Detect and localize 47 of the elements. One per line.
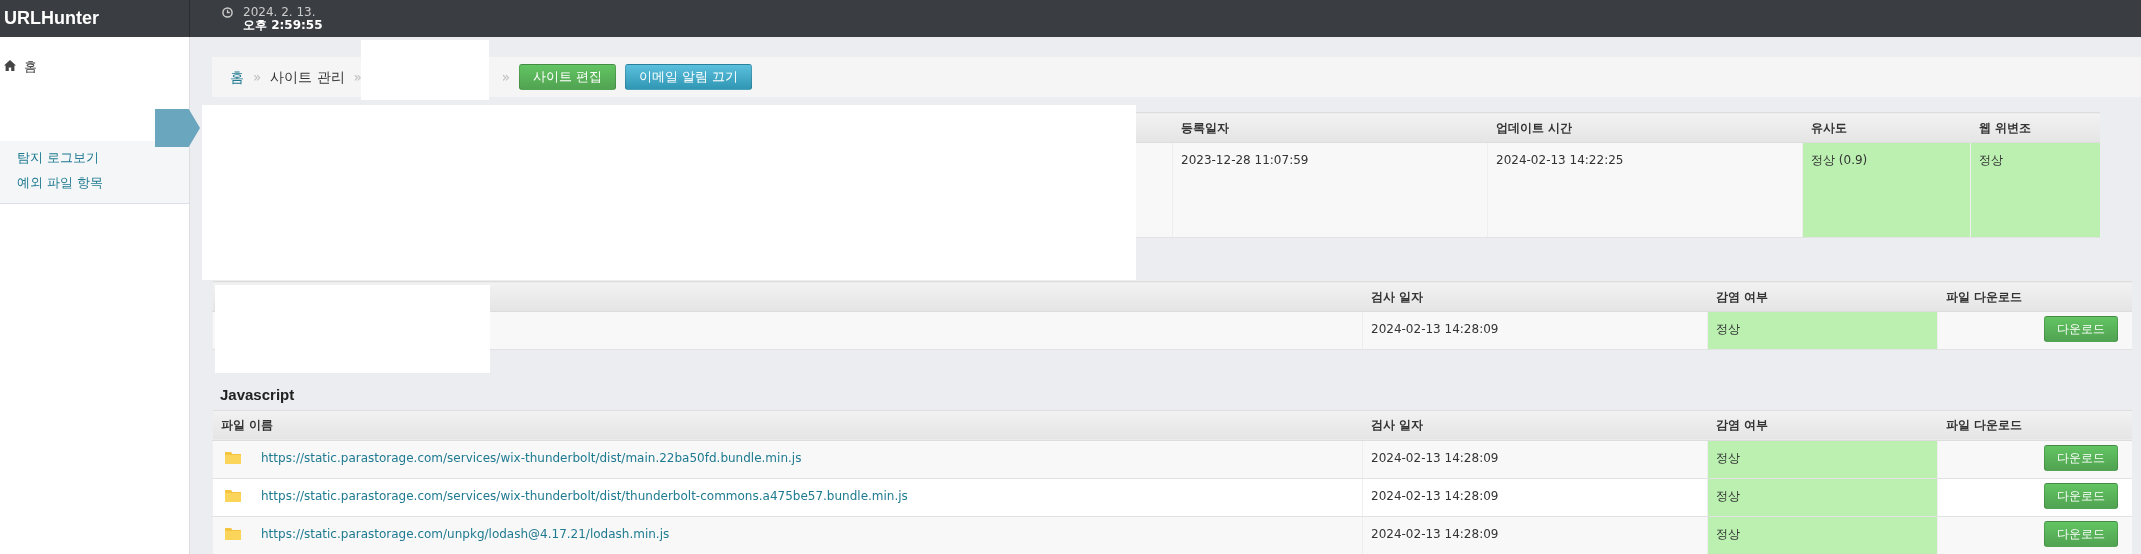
- column-header: 검사 일자: [1362, 410, 1708, 440]
- clock-icon: [222, 6, 233, 18]
- table-cell: 정상: [1707, 516, 1938, 554]
- table-cell: 2023-12-28 11:07:59: [1172, 142, 1488, 238]
- table-cell: 2024-02-13 14:22:25: [1487, 142, 1803, 238]
- column-header: 파일 다운로드: [1937, 281, 2132, 312]
- column-header: 등록일자: [1172, 112, 1488, 143]
- table-cell: 2024-02-13 14:28:09: [1362, 516, 1708, 554]
- sidebar-link[interactable]: 탐지 로그보기: [17, 145, 99, 170]
- folder-icon: [225, 527, 241, 540]
- column-header: 감염 여부: [1707, 281, 1938, 312]
- clock-time: 오후 2:59:55: [243, 18, 323, 32]
- column-header: 검사 일자: [1362, 281, 1708, 312]
- home-icon: [4, 60, 16, 71]
- column-header: 업데이트 시간: [1487, 112, 1803, 143]
- clock-date: 2024. 2. 13.: [243, 5, 317, 19]
- folder-icon: [225, 489, 241, 502]
- table-cell: 정상 (0.9): [1802, 142, 1971, 238]
- toolbar-button[interactable]: 이메일 알림 끄기: [625, 63, 753, 91]
- download-button[interactable]: 다운로드: [2043, 482, 2118, 509]
- table-cell: 정상: [1707, 440, 1938, 478]
- column-header: 유사도: [1802, 112, 1971, 143]
- table-cell: 정상: [1707, 478, 1938, 516]
- breadcrumb-separator: »: [353, 67, 362, 87]
- column-header: 웹 위변조: [1970, 112, 2100, 143]
- column-header: 파일 다운로드: [1937, 410, 2132, 440]
- section-heading: Javascript: [219, 385, 296, 405]
- file-link[interactable]: https://static.parastorage.com/unpkg/lodash@4.17.21/lodash.min.js: [261, 524, 670, 543]
- table-cell: 2024-02-13 14:28:09: [1362, 478, 1708, 516]
- home-link[interactable]: 홈: [24, 57, 37, 77]
- download-button[interactable]: 다운로드: [2043, 444, 2118, 471]
- table-cell: 정상: [1707, 311, 1938, 350]
- column-header: 감염 여부: [1707, 410, 1938, 440]
- breadcrumb-separator: »: [501, 67, 511, 87]
- download-button[interactable]: 다운로드: [2043, 316, 2118, 342]
- breadcrumb-separator: »: [253, 67, 262, 87]
- toolbar-button[interactable]: 사이트 편집: [519, 63, 617, 91]
- folder-icon: [225, 451, 241, 464]
- download-button[interactable]: 다운로드: [2043, 520, 2118, 547]
- table-cell: 정상: [1970, 142, 2100, 238]
- table-cell: 2024-02-13 14:28:09: [1362, 311, 1708, 350]
- breadcrumb-item: 사이트 관리: [270, 67, 345, 87]
- breadcrumb-link[interactable]: 홈: [230, 66, 244, 88]
- active-item-marker: [155, 109, 200, 147]
- table-cell: 2024-02-13 14:28:09: [1362, 440, 1708, 478]
- sidebar-link[interactable]: 예외 파일 항목: [17, 170, 103, 195]
- column-header: 파일 이름: [212, 410, 1363, 440]
